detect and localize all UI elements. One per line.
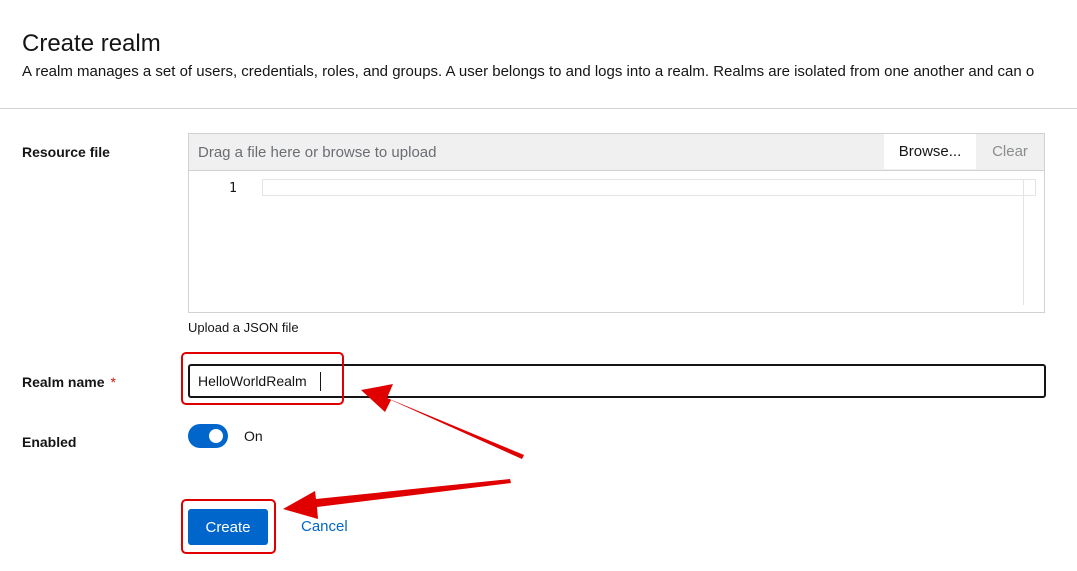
realm-name-label-text: Realm name	[22, 374, 105, 390]
cancel-link[interactable]: Cancel	[301, 518, 348, 535]
page-description: A realm manages a set of users, credenti…	[22, 63, 1035, 80]
editor-current-line[interactable]	[262, 179, 1036, 196]
page-header: Create realm A realm manages a set of us…	[0, 0, 1077, 109]
file-upload[interactable]: Drag a file here or browse to upload Bro…	[188, 133, 1045, 313]
page-title: Create realm	[22, 30, 161, 57]
browse-button[interactable]: Browse...	[884, 134, 976, 169]
file-upload-helper: Upload a JSON file	[188, 320, 299, 335]
annotation-arrow-icon	[283, 479, 511, 519]
file-upload-placeholder[interactable]: Drag a file here or browse to upload	[198, 144, 436, 161]
enabled-label: Enabled	[22, 434, 77, 450]
line-number: 1	[229, 181, 237, 196]
required-marker: *	[110, 374, 116, 390]
file-upload-bar: Drag a file here or browse to upload Bro…	[189, 134, 1044, 171]
realm-name-label: Realm name *	[22, 374, 116, 390]
clear-button[interactable]: Clear	[976, 134, 1044, 169]
editor-scrollbar[interactable]	[1023, 179, 1024, 305]
enabled-toggle-state: On	[244, 428, 263, 444]
realm-name-highlight	[181, 352, 344, 405]
toggle-knob	[209, 429, 223, 443]
create-button-highlight	[181, 499, 276, 554]
enabled-toggle[interactable]	[188, 424, 228, 448]
json-editor[interactable]: 1	[189, 171, 1044, 312]
resource-file-label: Resource file	[22, 144, 110, 160]
